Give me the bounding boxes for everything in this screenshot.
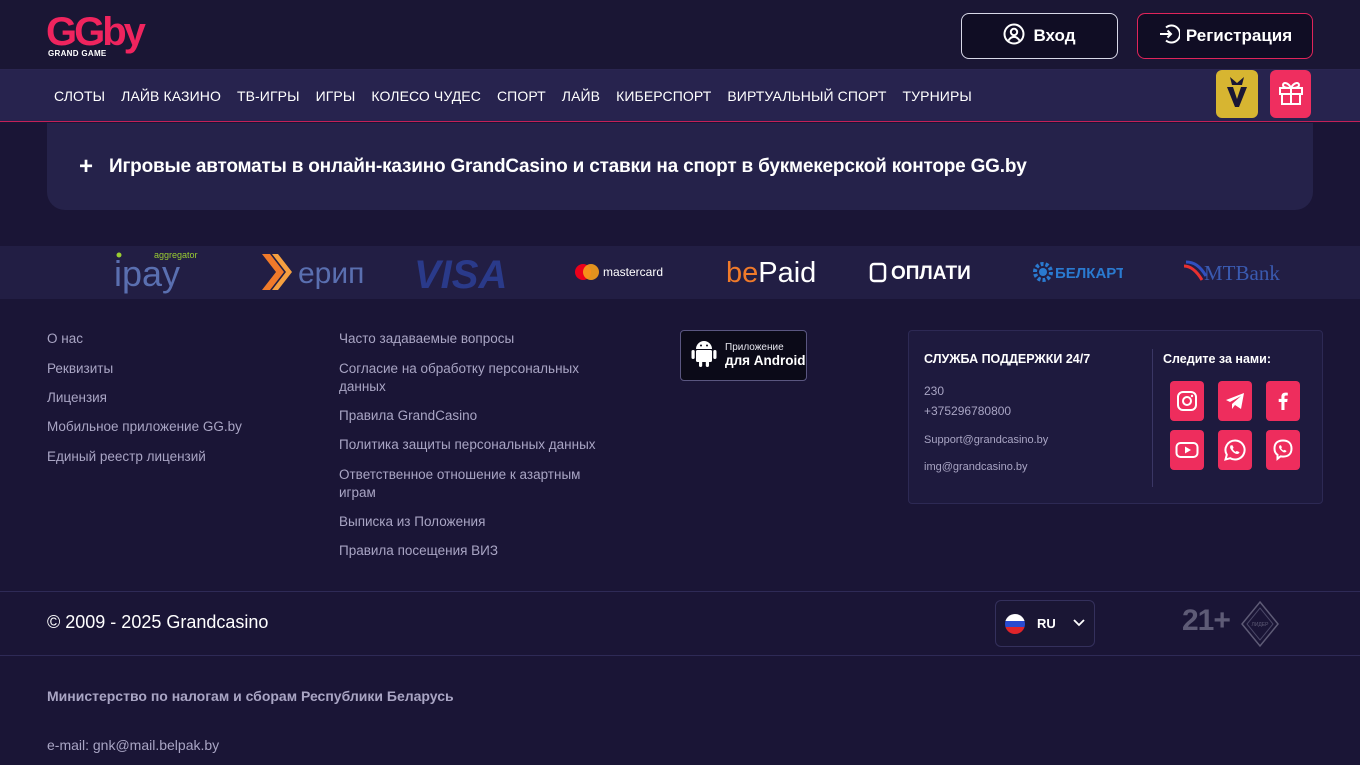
mtbank-text: MTBank — [1204, 261, 1280, 285]
svg-text:bePaid: bePaid — [726, 257, 816, 289]
footer-divider-bottom — [0, 655, 1360, 656]
oplati-text: ОПЛАТИ — [891, 263, 971, 284]
badge-text: ЛИДЕР — [1252, 622, 1270, 628]
footer-link[interactable]: Лицензия — [47, 389, 107, 407]
main-nav: СЛОТЫ ЛАЙВ КАЗИНО ТВ-ИГРЫ ИГРЫ КОЛЕСО ЧУДЕС С… — [0, 70, 1360, 122]
gift-button[interactable] — [1270, 70, 1311, 118]
ipay-tag: aggregator — [154, 250, 198, 260]
accordion-title: Игровые автоматы в онлайн-казино GrandCa… — [109, 155, 1027, 177]
login-label: Вход — [1033, 26, 1076, 45]
bepaid-paid: Paid — [758, 257, 816, 289]
erip-logo: ерип — [260, 246, 370, 299]
vip-button[interactable] — [1216, 70, 1258, 118]
footer-link[interactable]: Выписка из Положения — [339, 513, 604, 531]
support-title: СЛУЖБА ПОДДЕРЖКИ 24/7 — [924, 352, 1091, 366]
seo-accordion[interactable]: + Игровые автоматы в онлайн-казино Grand… — [47, 123, 1313, 210]
nav-item[interactable]: ЛАЙВ КАЗИНО — [121, 88, 221, 104]
visa-logo: VISA — [412, 246, 512, 299]
leader-badge-icon: ЛИДЕР — [1239, 600, 1281, 653]
sign-in-icon — [1158, 23, 1181, 50]
chevron-down-icon — [1072, 615, 1086, 633]
footer-link[interactable]: Ответственное отношение к азартным играм — [339, 466, 604, 502]
android-line2: для Android — [725, 353, 806, 368]
mastercard-text: mastercard — [603, 265, 663, 279]
user-icon — [1003, 23, 1025, 50]
belkart-logo: БЕЛКАРТ — [1033, 246, 1123, 299]
nav-item[interactable]: КИБЕРСПОРТ — [616, 88, 711, 104]
erip-text: ерип — [298, 257, 364, 290]
language-code: RU — [1037, 616, 1056, 631]
bepaid-be: be — [726, 257, 758, 289]
crown-v-icon — [1224, 75, 1250, 114]
logo-subtitle: GRAND GAME — [48, 49, 107, 58]
ministry-link[interactable]: Министерство по налогам и сборам Республ… — [47, 688, 454, 704]
footer-link[interactable]: Правила GrandCasino — [339, 407, 604, 425]
oplati-logo: ОПЛАТИ — [869, 246, 979, 299]
support-short-phone[interactable]: 230 — [924, 384, 944, 398]
whatsapp-icon[interactable] — [1218, 430, 1252, 470]
footer-link[interactable]: Часто задаваемые вопросы — [339, 330, 604, 348]
top-header: GGby GRAND GAME Вход Регистрация — [0, 0, 1360, 70]
nav-item[interactable]: ТВ-ИГРЫ — [237, 88, 300, 104]
android-icon — [691, 338, 717, 373]
gift-icon — [1277, 78, 1305, 111]
nav-item[interactable]: ЛАЙВ — [562, 88, 600, 104]
footer-link[interactable]: О нас — [47, 330, 83, 348]
age-restriction-21: 21+ — [1182, 604, 1231, 637]
site-logo[interactable]: GGby GRAND GAME — [46, 12, 146, 60]
visa-text: VISA — [414, 253, 507, 297]
ipay-logo: ipay aggregator — [114, 246, 204, 299]
footer-divider-top — [0, 591, 1360, 592]
nav-items: СЛОТЫ ЛАЙВ КАЗИНО ТВ-ИГРЫ ИГРЫ КОЛЕСО ЧУДЕС С… — [54, 70, 972, 122]
footer-link[interactable]: Единый реестр лицензий — [47, 448, 206, 466]
img-email[interactable]: img@grandcasino.by — [924, 461, 1028, 473]
footer-link[interactable]: Правила посещения ВИЗ — [339, 542, 604, 560]
bepaid-logo: bePaid — [726, 246, 818, 299]
support-email[interactable]: Support@grandcasino.by — [924, 434, 1048, 446]
viber-icon[interactable] — [1266, 430, 1300, 470]
register-button[interactable]: Регистрация — [1137, 13, 1313, 59]
mtbank-logo: MTBank — [1182, 246, 1282, 299]
login-button[interactable]: Вход — [961, 13, 1118, 59]
youtube-icon[interactable] — [1170, 430, 1204, 470]
nav-item[interactable]: СПОРТ — [497, 88, 546, 104]
nav-item[interactable]: КОЛЕСО ЧУДЕС — [371, 88, 481, 104]
android-line1: Приложение — [725, 342, 784, 353]
payment-methods-strip: ipay aggregator ерип VISA mastercard beP… — [0, 246, 1360, 299]
copyright: © 2009 - 2025 Grandcasino — [47, 612, 269, 632]
support-phone[interactable]: +375296780800 — [924, 404, 1011, 418]
telegram-icon[interactable] — [1218, 381, 1252, 421]
ministry-email[interactable]: e-mail: gnk@mail.belpak.by — [47, 737, 219, 753]
nav-item[interactable]: СЛОТЫ — [54, 88, 105, 104]
follow-us-label: Следите за нами: — [1163, 352, 1271, 366]
footer-link[interactable]: Политика защиты персональных данных — [339, 436, 604, 454]
facebook-icon[interactable] — [1266, 381, 1300, 421]
language-selector[interactable]: RU — [995, 600, 1095, 647]
nav-item[interactable]: ВИРТУАЛЬНЫЙ СПОРТ — [727, 88, 886, 104]
instagram-icon[interactable] — [1170, 381, 1204, 421]
support-panel: СЛУЖБА ПОДДЕРЖКИ 24/7 230 +375296780800 … — [908, 330, 1323, 504]
logo-text: GGby — [46, 10, 146, 54]
russian-flag-icon — [1005, 613, 1025, 634]
android-app-button[interactable]: Приложение для Android — [680, 330, 807, 381]
footer-link[interactable]: Согласие на обработку персональных данны… — [339, 360, 604, 396]
footer-link[interactable]: Мобильное приложение GG.by — [47, 418, 242, 436]
mastercard-logo: mastercard — [573, 246, 665, 299]
nav-item[interactable]: ИГРЫ — [316, 88, 356, 104]
support-divider — [1152, 349, 1153, 487]
nav-item[interactable]: ТУРНИРЫ — [902, 88, 971, 104]
belkart-text: БЕЛКАРТ — [1055, 265, 1123, 282]
expand-plus-icon: + — [79, 152, 94, 180]
register-label: Регистрация — [1185, 26, 1293, 45]
footer-link[interactable]: Реквизиты — [47, 360, 113, 378]
